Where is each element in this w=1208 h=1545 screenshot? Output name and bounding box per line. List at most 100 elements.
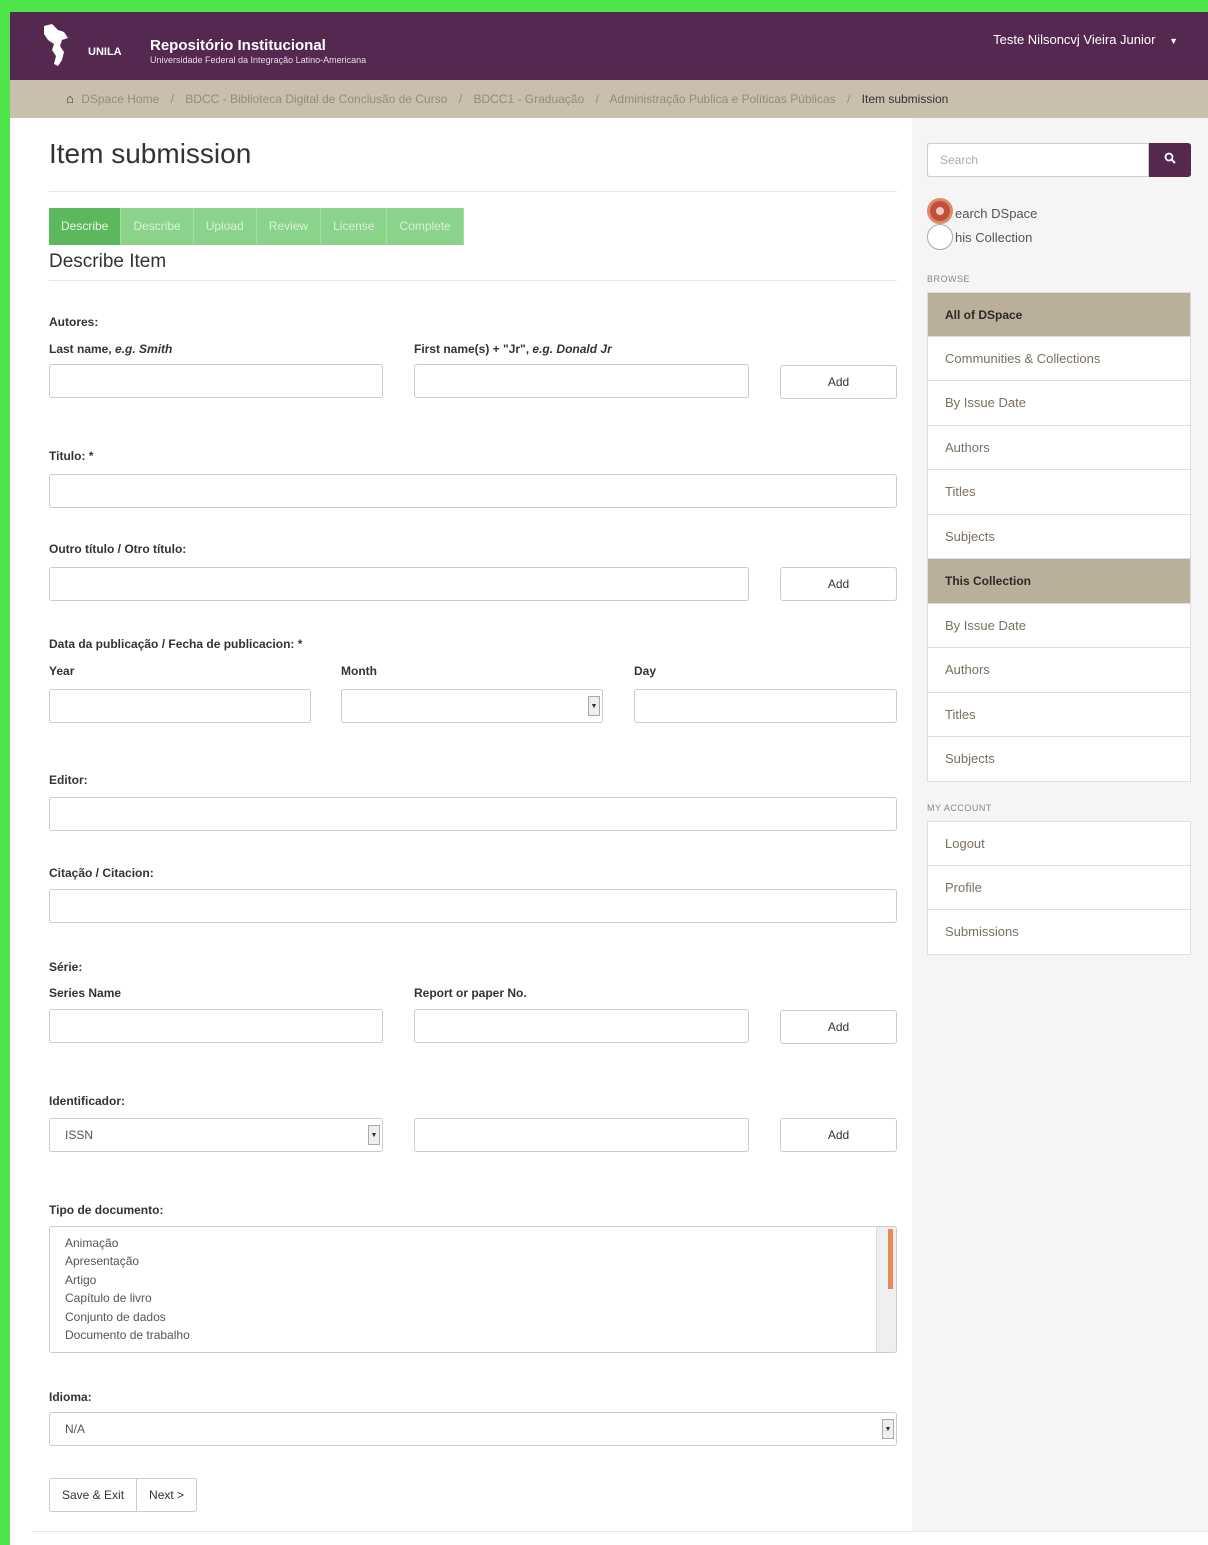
identificador-selected: ISSN xyxy=(65,1128,94,1142)
citacao-input[interactable] xyxy=(49,889,897,923)
my-account-heading: MY ACCOUNT xyxy=(927,803,992,813)
outro-titulo-label: Outro título / Otro título: xyxy=(49,542,187,556)
breadcrumb-link[interactable]: Administração Publica e Políticas Públic… xyxy=(610,92,836,106)
site-title[interactable]: Repositório Institucional xyxy=(150,37,326,54)
browse-communities-collections[interactable]: Communities & Collections xyxy=(927,336,1191,381)
idioma-select[interactable]: N/A ▼ xyxy=(49,1412,897,1446)
year-input[interactable] xyxy=(49,689,311,723)
report-label: Report or paper No. xyxy=(414,986,527,1000)
month-label: Month xyxy=(341,664,377,678)
add-outro-titulo-button[interactable]: Add xyxy=(780,567,897,601)
divider xyxy=(49,191,897,192)
collection-authors[interactable]: Authors xyxy=(927,648,1191,693)
identificador-label: Identificador: xyxy=(49,1094,126,1108)
month-select[interactable]: ▼ xyxy=(341,689,603,723)
sidebar: Search earch DSpace his Collection BROWS… xyxy=(912,118,1208,1531)
browse-heading: BROWSE xyxy=(927,274,971,284)
breadcrumb-separator: / xyxy=(595,92,599,106)
first-name-label: First name(s) + "Jr", e.g. Donald Jr xyxy=(414,342,612,356)
titulo-label: Titulo: * xyxy=(49,449,94,463)
this-collection-radio[interactable] xyxy=(927,224,953,250)
header-bar: UNILA Repositório Institucional Universi… xyxy=(10,12,1208,80)
list-item[interactable]: Artigo xyxy=(50,1271,896,1289)
last-name-input[interactable] xyxy=(49,364,383,398)
save-exit-button[interactable]: Save & Exit xyxy=(49,1478,138,1512)
chevron-down-icon: ▼ xyxy=(882,1419,894,1439)
report-number-input[interactable] xyxy=(414,1009,749,1043)
scrollbar-thumb[interactable] xyxy=(888,1229,893,1289)
submission-progress: Describe Describe Upload Review License … xyxy=(49,208,464,245)
logo-text: UNILA xyxy=(88,46,122,58)
all-of-dspace-header: All of DSpace xyxy=(927,292,1191,337)
first-name-input[interactable] xyxy=(414,364,749,398)
last-name-example: e.g. Smith xyxy=(115,342,173,356)
step-review[interactable]: Review xyxy=(256,208,322,245)
list-item[interactable]: Capítulo de livro xyxy=(50,1289,896,1307)
user-name: Teste Nilsoncvj Vieira Junior xyxy=(993,32,1156,47)
logout-link[interactable]: Logout xyxy=(927,821,1191,866)
footer-divider xyxy=(32,1531,1208,1532)
browse-authors[interactable]: Authors xyxy=(927,425,1191,470)
series-name-label: Series Name xyxy=(49,986,122,1000)
list-item[interactable]: Animação xyxy=(50,1234,896,1252)
list-item[interactable]: Documento de trabalho xyxy=(50,1326,896,1344)
breadcrumb-separator: / xyxy=(458,92,463,106)
next-button[interactable]: Next > xyxy=(137,1478,198,1512)
day-label: Day xyxy=(634,664,657,678)
list-item[interactable]: Conjunto de dados xyxy=(50,1308,896,1326)
tipo-listbox[interactable]: Animação Apresentação Artigo Capítulo de… xyxy=(49,1226,897,1353)
caret-down-icon: ▼ xyxy=(1169,36,1178,46)
step-complete[interactable]: Complete xyxy=(387,208,464,245)
home-icon: ⌂ xyxy=(66,91,74,106)
submissions-link[interactable]: Submissions xyxy=(927,910,1191,955)
breadcrumb: ⌂ DSpace Home / BDCC - Biblioteca Digita… xyxy=(10,80,1208,118)
collection-subjects[interactable]: Subjects xyxy=(927,737,1191,782)
section-title: Describe Item xyxy=(49,251,167,272)
browse-subjects[interactable]: Subjects xyxy=(927,514,1191,559)
breadcrumb-current: Item submission xyxy=(861,92,949,106)
step-describe-2[interactable]: Describe xyxy=(121,208,194,245)
page-frame: UNILA Repositório Institucional Universi… xyxy=(10,12,1208,1545)
collection-by-issue-date[interactable]: By Issue Date xyxy=(927,603,1191,648)
user-menu[interactable]: Teste Nilsoncvj Vieira Junior ▼ xyxy=(993,32,1178,47)
first-name-example: e.g. Donald Jr xyxy=(532,342,612,356)
add-serie-button[interactable]: Add xyxy=(780,1010,897,1044)
step-license[interactable]: License xyxy=(321,208,388,245)
profile-link[interactable]: Profile xyxy=(927,865,1191,910)
chevron-down-icon: ▼ xyxy=(368,1125,380,1145)
last-name-label: Last name, e.g. Smith xyxy=(49,342,172,356)
add-identificador-button[interactable]: Add xyxy=(780,1118,897,1152)
search-dspace-radio[interactable] xyxy=(927,198,953,224)
listbox-scrollbar[interactable] xyxy=(876,1227,896,1352)
step-upload[interactable]: Upload xyxy=(193,208,257,245)
series-name-input[interactable] xyxy=(49,1009,383,1043)
idioma-label: Idioma: xyxy=(49,1390,92,1404)
editor-label: Editor: xyxy=(49,773,88,787)
collection-titles[interactable]: Titles xyxy=(927,692,1191,737)
breadcrumb-link[interactable]: BDCC - Biblioteca Digital de Conclusão d… xyxy=(185,92,447,106)
search-icon xyxy=(1164,152,1176,167)
browse-by-issue-date[interactable]: By Issue Date xyxy=(927,381,1191,426)
breadcrumb-link[interactable]: DSpace Home xyxy=(81,92,159,106)
unila-logo[interactable]: UNILA xyxy=(38,20,128,72)
identificador-type-select[interactable]: ISSN ▼ xyxy=(49,1118,383,1152)
breadcrumb-separator: / xyxy=(846,92,851,106)
step-describe-1[interactable]: Describe xyxy=(49,208,122,245)
editor-input[interactable] xyxy=(49,797,897,831)
breadcrumb-link[interactable]: BDCC1 - Graduação xyxy=(473,92,584,106)
first-name-label-text: First name(s) + "Jr", xyxy=(414,342,533,356)
form-actions: Save & Exit Next > xyxy=(49,1478,198,1512)
day-input[interactable] xyxy=(634,689,897,723)
identificador-input[interactable] xyxy=(414,1118,749,1152)
outro-titulo-input[interactable] xyxy=(49,567,749,601)
search-dspace-label: earch DSpace xyxy=(955,206,1038,221)
search-button[interactable] xyxy=(1149,143,1191,177)
add-author-button[interactable]: Add xyxy=(780,365,897,399)
search-input[interactable]: Search xyxy=(927,143,1149,177)
browse-titles[interactable]: Titles xyxy=(927,470,1191,515)
titulo-input[interactable] xyxy=(49,474,897,508)
idioma-selected: N/A xyxy=(65,1422,86,1436)
divider xyxy=(49,280,897,281)
list-item[interactable]: Apresentação xyxy=(50,1252,896,1270)
serie-label: Série: xyxy=(49,960,83,974)
